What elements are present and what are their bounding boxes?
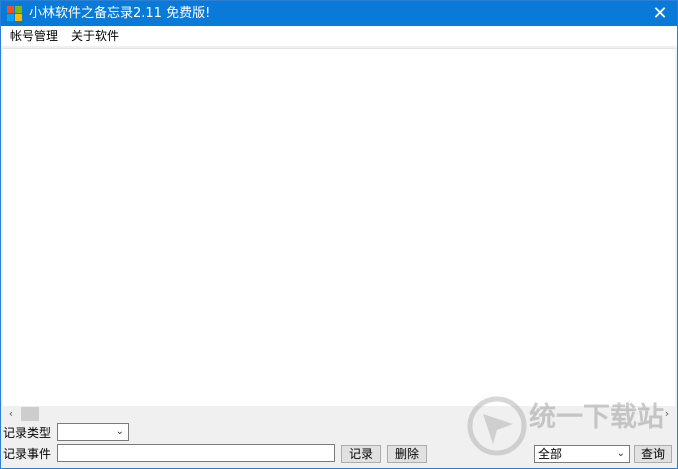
title-bar: 小林软件之备忘录2.11 免费版! ✕ [1,1,677,26]
app-logo-icon [7,6,22,21]
menu-item-about[interactable]: 关于软件 [71,28,119,44]
record-event-input[interactable] [57,444,335,462]
record-button[interactable]: 记录 [341,445,381,463]
query-button[interactable]: 查询 [634,445,672,463]
record-type-select[interactable]: ⌄ [57,423,129,441]
watermark-text: 统一下载站 [529,402,664,433]
filter-value: 全部 [538,447,563,461]
record-type-label: 记录类型 [3,426,52,440]
delete-button[interactable]: 删除 [387,445,427,463]
menu-bar: 帐号管理 关于软件 [1,26,677,46]
window-title: 小林软件之备忘录2.11 免费版! [29,6,211,21]
scroll-thumb[interactable] [21,407,39,421]
filter-select[interactable]: 全部 ⌄ [534,445,630,463]
close-icon: ✕ [652,3,668,24]
menu-item-account[interactable]: 帐号管理 [10,28,58,44]
app-window: 小林软件之备忘录2.11 免费版! ✕ 帐号管理 关于软件 ‹ › 记录类型 ⌄… [0,0,678,469]
chevron-down-icon: ⌄ [616,448,625,459]
scroll-left-icon[interactable]: ‹ [3,406,19,422]
chevron-down-icon: ⌄ [115,426,124,437]
record-event-label: 记录事件 [3,447,52,461]
records-list[interactable] [3,48,675,407]
watermark-logo-icon [467,396,527,456]
close-button[interactable]: ✕ [643,1,677,26]
